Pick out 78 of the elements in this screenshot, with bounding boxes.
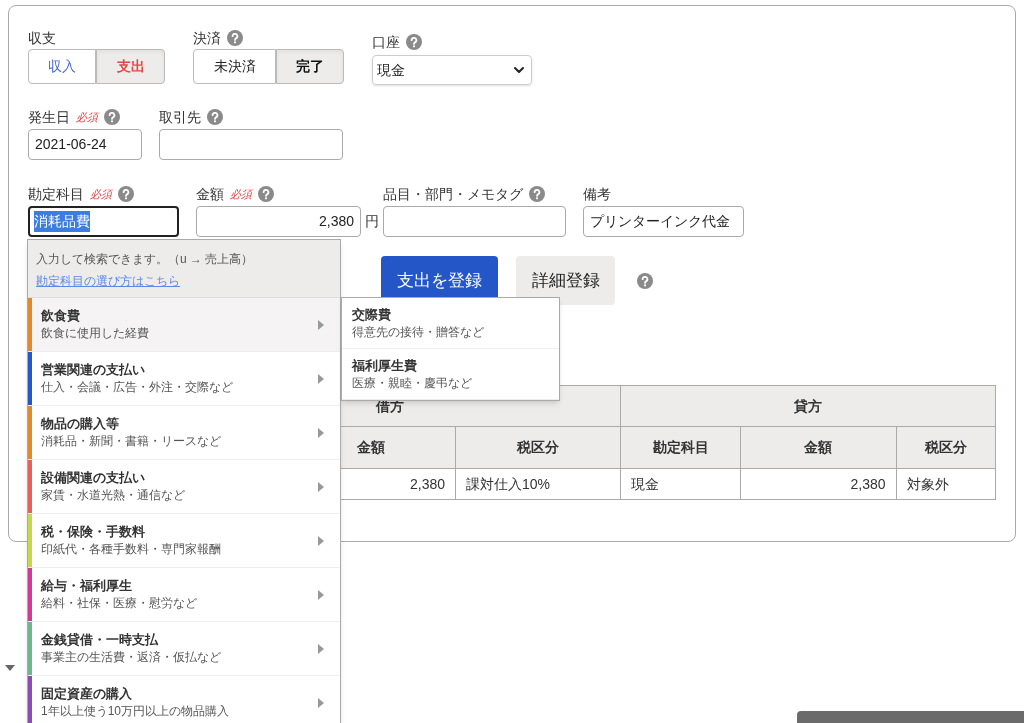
chevron-right-icon [318,481,324,492]
item-title: 税・保険・手数料 [41,523,146,541]
account-select[interactable]: 現金 [372,55,532,85]
field-label: 発生日 [28,107,70,127]
column-header: 税区分 [455,426,621,469]
partner-input[interactable] [159,129,343,160]
item-description: 得意先の接待・贈答など [352,323,485,341]
submenu-item[interactable]: 福利厚生費 医療・親睦・慶弔など [342,349,559,400]
help-icon[interactable] [529,186,545,202]
table-cell: 課対仕入10% [455,468,621,500]
category-item[interactable]: 税・保険・手数料 印紙代・各種手数料・専門家報酬 [28,514,340,568]
chevron-right-icon [318,535,324,546]
table-cell: 現金 [620,468,741,500]
table-cell: 2,380 [740,468,896,500]
category-input[interactable]: 消耗品費 [28,206,179,237]
category-item[interactable]: 営業関連の支払い 仕入・会議・広告・外注・交際など [28,352,340,406]
item-description: 給料・社保・医療・慰労など [41,595,198,612]
item-title: 福利厚生費 [352,356,418,375]
help-icon[interactable] [406,34,422,50]
column-header: 勘定科目 [620,426,741,469]
item-title: 交際費 [352,305,392,324]
help-icon[interactable] [118,186,134,202]
required-tag: 必須 [76,108,98,126]
submenu-item[interactable]: 交際費 得意先の接待・贈答など [342,298,559,349]
item-description: 事業主の生活費・返済・仮払など [41,649,222,666]
help-icon[interactable] [258,186,274,202]
memo-input[interactable]: プリンターインク代金 [583,206,744,237]
item-description: 家賃・水道光熱・通信など [41,487,186,504]
item-description: 印紙代・各種手数料・専門家報酬 [41,541,222,558]
required-tag: 必須 [230,185,252,203]
chevron-right-icon [318,427,324,438]
chevron-right-icon [318,589,324,600]
column-header: 税区分 [896,426,996,469]
tags-input[interactable] [383,206,566,237]
item-title: 飲食費 [41,307,81,325]
item-description: 飲食に使用した経費 [41,325,150,342]
help-icon[interactable] [637,272,653,289]
help-icon[interactable] [227,30,243,46]
category-item[interactable]: 金銭貸借・一時支払 事業主の生活費・返済・仮払など [28,622,340,676]
caret-down-icon[interactable] [5,665,15,671]
date-input[interactable]: 2021-06-24 [28,129,142,160]
category-item[interactable]: 物品の購入等 消耗品・新聞・書籍・リースなど [28,406,340,460]
category-item[interactable]: 設備関連の支払い 家賃・水道光熱・通信など [28,460,340,514]
segment-tab[interactable]: 未決済 [193,49,276,84]
amount-input[interactable]: 2,380 [196,206,361,237]
segment-tab[interactable]: 収入 [28,49,96,84]
help-icon[interactable] [207,109,223,125]
field-label: 備考 [583,184,611,204]
item-title: 給与・福利厚生 [41,577,133,595]
required-tag: 必須 [90,185,112,203]
search-hint: 入力して検索できます。（u → 売上高） [36,251,255,268]
currency-unit: 円 [365,212,379,231]
category-item[interactable]: 給与・福利厚生 給料・社保・医療・慰労など [28,568,340,622]
item-description: 消耗品・新聞・書籍・リースなど [41,433,222,450]
chevron-right-icon [318,697,324,708]
item-title: 固定資産の購入 [41,685,133,703]
category-item[interactable]: 固定資産の購入 1年以上使う10万円以上の物品購入 [28,676,340,723]
item-description: 1年以上使う10万円以上の物品購入 [41,703,231,720]
field-label: 収支 [28,28,56,48]
item-title: 金銭貸借・一時支払 [41,631,160,649]
category-item[interactable]: 飲食費 飲食に使用した経費 [28,298,340,352]
detail-register-button[interactable]: 詳細登録 [516,256,615,305]
field-label: 品目・部門・メモタグ [383,184,523,204]
chevron-right-icon [318,373,324,384]
field-label: 口座 [372,32,400,52]
field-label: 勘定科目 [28,184,84,204]
item-title: 設備関連の支払い [41,469,146,487]
field-label: 決済 [193,28,221,48]
table-group-header: 貸方 [620,385,996,427]
table-cell: 対象外 [896,468,996,500]
item-title: 営業関連の支払い [41,361,146,379]
chevron-right-icon [318,319,324,330]
help-icon[interactable] [104,109,120,125]
segment-tab[interactable]: 完了 [276,49,344,84]
chevron-right-icon [318,643,324,654]
field-label: 取引先 [159,107,201,127]
column-header: 金額 [740,426,896,469]
field-label: 金額 [196,184,224,204]
